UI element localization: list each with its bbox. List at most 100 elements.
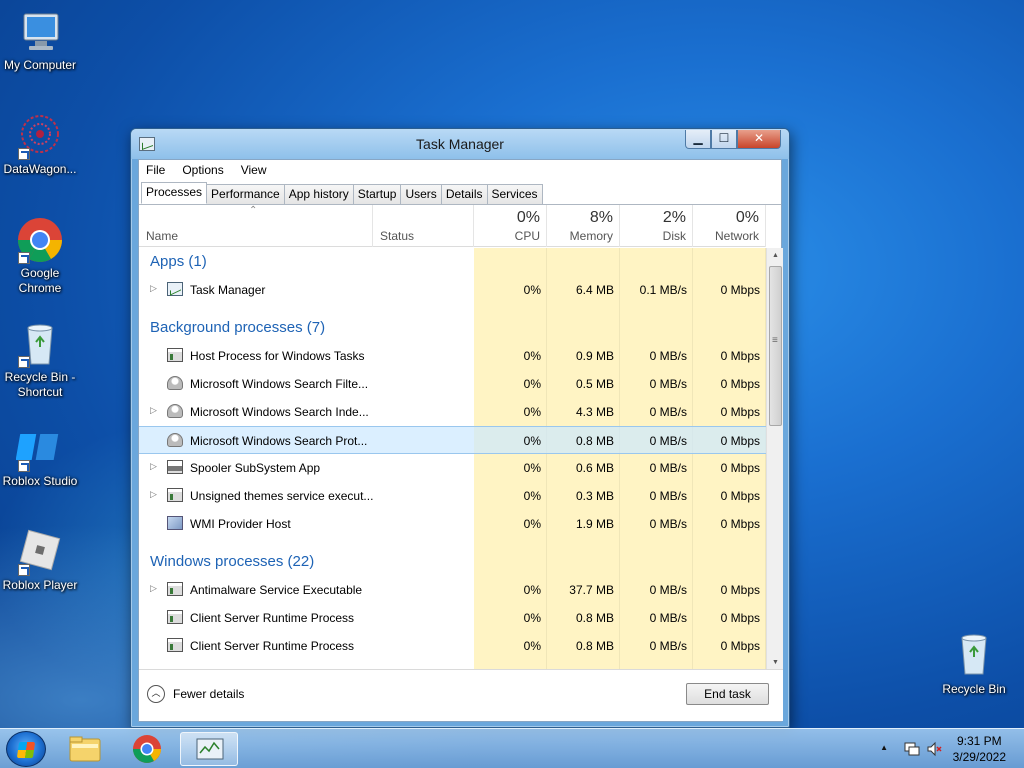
menu-options[interactable]: Options: [182, 163, 223, 177]
shortcut-arrow-icon: [18, 252, 30, 264]
window-process-icon: [167, 610, 183, 624]
table-body: Apps (1) ▷ Task Manager 0% 6.4 MB 0.1 MB…: [139, 248, 766, 671]
desktop-icon-roblox-studio[interactable]: Roblox Studio: [0, 424, 80, 489]
column-header-name[interactable]: ⌃ Name: [139, 205, 373, 247]
close-icon: ✕: [753, 131, 765, 145]
table-header: ⌃ Name Status 0% CPU 8% Memory 2% Disk 0…: [139, 205, 766, 247]
scroll-up-icon[interactable]: ▲: [767, 248, 783, 264]
volume-muted-icon[interactable]: [926, 741, 942, 757]
maximize-button[interactable]: ☐: [711, 130, 737, 149]
column-header-memory[interactable]: 8% Memory: [547, 205, 620, 247]
printer-icon: [167, 460, 183, 474]
desktop-icon-recycle-bin-shortcut[interactable]: Recycle Bin - Shortcut: [0, 320, 80, 400]
table-row[interactable]: Microsoft Windows Search Filte... 0% 0.5…: [139, 370, 766, 398]
desktop-icon-google-chrome[interactable]: Google Chrome: [0, 216, 80, 296]
shortcut-arrow-icon: [18, 564, 30, 576]
task-manager-icon: [196, 738, 224, 760]
task-manager-window[interactable]: Task Manager ▁ ☐ ✕ File Options View Pro…: [130, 128, 790, 728]
footer-bar: ︿ Fewer details End task: [139, 669, 783, 721]
group-header-apps[interactable]: Apps (1): [139, 248, 766, 276]
network-icon[interactable]: [904, 741, 920, 757]
column-header-status[interactable]: Status: [373, 205, 474, 247]
expand-icon[interactable]: ▷: [150, 461, 157, 472]
taskbar-chrome[interactable]: [118, 732, 176, 766]
search-process-icon: [167, 376, 183, 390]
clock[interactable]: 9:31 PM 3/29/2022: [953, 733, 1006, 765]
roblox-player-icon: [16, 528, 64, 576]
folder-icon: [69, 736, 101, 762]
tab-performance[interactable]: Performance: [206, 184, 285, 204]
close-button[interactable]: ✕: [737, 130, 781, 149]
window-client-area: File Options View Processes Performance …: [138, 159, 783, 722]
clock-time: 9:31 PM: [956, 734, 1002, 748]
taskbar: ▲ 9:31 PM 3/29/2022: [0, 728, 1024, 768]
column-header-disk[interactable]: 2% Disk: [620, 205, 693, 247]
show-hidden-icons-icon[interactable]: ▲: [880, 743, 888, 752]
taskbar-task-manager[interactable]: [180, 732, 238, 766]
column-header-network[interactable]: 0% Network: [693, 205, 766, 247]
window-process-icon: [167, 582, 183, 596]
tab-services[interactable]: Services: [486, 184, 543, 204]
tab-details[interactable]: Details: [440, 184, 488, 204]
expand-icon[interactable]: ▷: [150, 405, 157, 416]
process-table: ⌃ Name Status 0% CPU 8% Memory 2% Disk 0…: [139, 205, 783, 671]
table-row[interactable]: ▷ Unsigned themes service execut... 0% 0…: [139, 482, 766, 510]
minimize-button[interactable]: ▁: [685, 130, 711, 149]
table-row[interactable]: Host Process for Windows Tasks 0% 0.9 MB…: [139, 342, 766, 370]
window-process-icon: [167, 638, 183, 652]
datawagon-icon: [16, 112, 64, 160]
desktop-icon-roblox-player[interactable]: Roblox Player: [0, 528, 80, 593]
window-process-icon: [167, 348, 183, 362]
vertical-scrollbar[interactable]: ▲ ▼: [766, 248, 783, 671]
maximize-icon: ☐: [718, 131, 730, 145]
roblox-studio-icon: [15, 424, 64, 472]
table-row[interactable]: Client Server Runtime Process 0% 0.8 MB …: [139, 604, 766, 632]
table-row[interactable]: WMI Provider Host 0% 1.9 MB 0 MB/s 0 Mbp…: [139, 510, 766, 538]
start-button[interactable]: [6, 731, 46, 767]
group-header-windows[interactable]: Windows processes (22): [139, 548, 766, 576]
wmi-icon: [167, 516, 183, 530]
table-row[interactable]: Client Server Runtime Process 0% 0.8 MB …: [139, 632, 766, 660]
window-process-icon: [167, 488, 183, 502]
table-row-selected[interactable]: Microsoft Windows Search Prot... 0% 0.8 …: [139, 426, 766, 454]
title-bar[interactable]: Task Manager ▁ ☐ ✕: [131, 129, 789, 159]
column-header-cpu[interactable]: 0% CPU: [474, 205, 547, 247]
desktop-icon-my-computer[interactable]: My Computer: [0, 8, 80, 73]
tab-processes[interactable]: Processes: [141, 182, 208, 204]
chrome-icon: [133, 735, 161, 763]
expand-icon[interactable]: ▷: [150, 489, 157, 500]
table-row[interactable]: ▷ Task Manager 0% 6.4 MB 0.1 MB/s 0 Mbps: [139, 276, 766, 304]
recycle-bin-icon: [16, 320, 64, 368]
fewer-details-link[interactable]: Fewer details: [173, 687, 244, 701]
end-task-button[interactable]: End task: [686, 683, 769, 705]
recycle-bin-icon: [950, 632, 998, 680]
group-header-background[interactable]: Background processes (7): [139, 314, 766, 342]
table-row[interactable]: ▷ Antimalware Service Executable 0% 37.7…: [139, 576, 766, 604]
desktop-icon-datawagon[interactable]: DataWagon...: [0, 112, 80, 177]
minimize-icon: ▁: [693, 131, 703, 145]
table-row[interactable]: ▷ Spooler SubSystem App 0% 0.6 MB 0 MB/s…: [139, 454, 766, 482]
search-process-icon: [167, 433, 183, 447]
computer-icon: [16, 8, 64, 56]
tab-app-history[interactable]: App history: [283, 184, 354, 204]
tab-users[interactable]: Users: [400, 184, 442, 204]
scroll-thumb[interactable]: [769, 266, 782, 426]
table-row[interactable]: ▷ Microsoft Windows Search Inde... 0% 4.…: [139, 398, 766, 426]
task-manager-icon: [167, 282, 183, 296]
expand-icon[interactable]: ▷: [150, 583, 157, 594]
shortcut-arrow-icon: [18, 356, 30, 368]
shortcut-arrow-icon: [18, 460, 30, 472]
expand-icon[interactable]: ▷: [150, 283, 157, 294]
desktop-icon-recycle-bin[interactable]: Recycle Bin: [934, 632, 1014, 697]
windows-logo-icon: [16, 742, 36, 758]
chrome-icon: [16, 216, 64, 264]
chevron-up-icon[interactable]: ︿: [147, 685, 165, 703]
tab-startup[interactable]: Startup: [352, 184, 402, 204]
menu-file[interactable]: File: [146, 163, 165, 177]
taskbar-explorer[interactable]: [56, 732, 114, 766]
menu-view[interactable]: View: [241, 163, 267, 177]
window-controls: ▁ ☐ ✕: [685, 130, 781, 149]
search-process-icon: [167, 404, 183, 418]
shortcut-arrow-icon: [18, 148, 30, 160]
sort-up-icon: ⌃: [249, 205, 258, 216]
